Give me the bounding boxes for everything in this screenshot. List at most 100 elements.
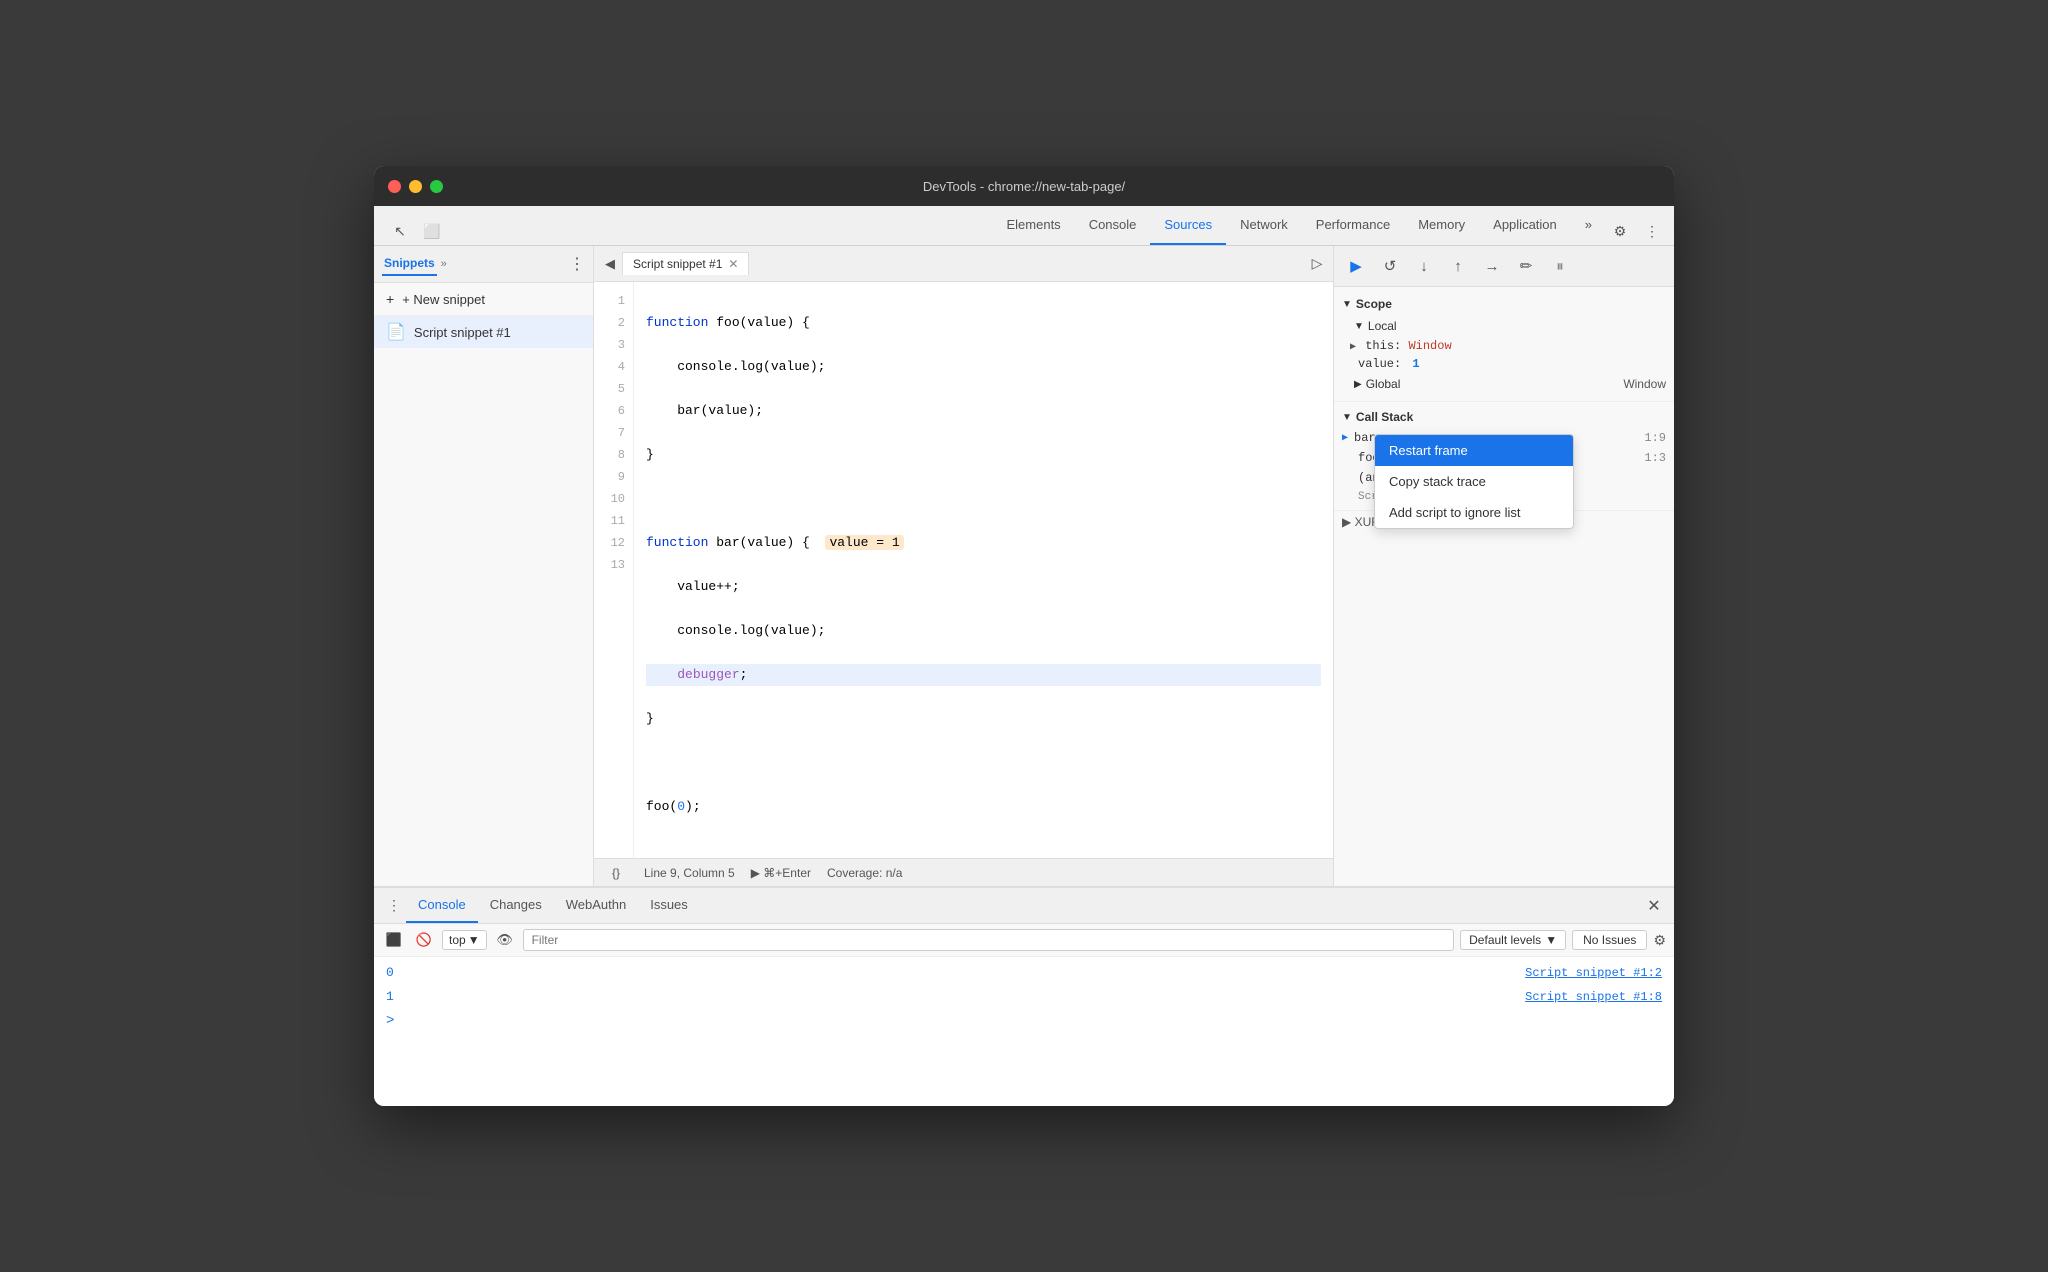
step-over-icon[interactable]: ↺ (1376, 252, 1404, 280)
default-levels-label: Default levels (1469, 933, 1541, 947)
tab-more[interactable]: » (1571, 206, 1606, 245)
pause-icon[interactable]: ⏸ (1546, 252, 1574, 280)
sidebar: Snippets » ⋮ + + New snippet 📄 Script sn… (374, 246, 594, 886)
no-issues-button[interactable]: No Issues (1572, 930, 1647, 950)
main-tabbar: ↖ ⬜ Elements Console Sources Network Per… (374, 206, 1674, 246)
bottom-tab-console[interactable]: Console (406, 888, 478, 923)
editor-tab-close-icon[interactable]: ✕ (728, 257, 738, 271)
tab-console[interactable]: Console (1075, 206, 1151, 245)
settings-icon[interactable]: ⚙ (1606, 217, 1634, 245)
tab-network[interactable]: Network (1226, 206, 1302, 245)
context-menu: Restart frame Copy stack trace Add scrip… (1374, 434, 1574, 529)
deactivate-icon[interactable]: ✏ (1512, 252, 1540, 280)
local-arrow-icon: ▼ (1354, 321, 1364, 332)
new-snippet-button[interactable]: + + New snippet (374, 283, 593, 316)
value-val: 1 (1412, 357, 1419, 371)
tab-memory[interactable]: Memory (1404, 206, 1479, 245)
console-filter-input[interactable] (523, 929, 1455, 951)
console-val-0: 0 (386, 963, 416, 983)
tab-elements[interactable]: Elements (992, 206, 1074, 245)
sidebar-more-icon[interactable]: » (441, 258, 447, 270)
top-selector[interactable]: top ▼ (442, 930, 487, 950)
code-line-8: console.log(value); (646, 620, 1321, 642)
more-icon[interactable]: ⋮ (1638, 217, 1666, 245)
top-label: top (449, 933, 466, 947)
scope-header[interactable]: ▼ Scope (1334, 293, 1674, 315)
coverage-status: Coverage: n/a (827, 866, 902, 880)
console-eye-icon[interactable]: 👁 (493, 928, 517, 952)
code-line-5 (646, 488, 1321, 510)
default-levels-selector[interactable]: Default levels ▼ (1460, 930, 1566, 950)
step-icon[interactable]: → (1478, 252, 1506, 280)
call-bar-line: 1:9 (1644, 431, 1666, 445)
scope-title: Scope (1356, 297, 1392, 311)
callstack-arrow-icon: ▼ (1342, 412, 1352, 423)
minimize-button[interactable] (409, 180, 422, 193)
bottom-tab-changes[interactable]: Changes (478, 888, 554, 923)
local-header[interactable]: ▼ Local (1334, 315, 1674, 337)
code-line-3: bar(value); (646, 400, 1321, 422)
bottom-tab-webauthn[interactable]: WebAuthn (554, 888, 638, 923)
format-icon[interactable]: {} (604, 861, 628, 885)
tab-sources[interactable]: Sources (1150, 206, 1226, 245)
maximize-button[interactable] (430, 180, 443, 193)
console-row-1: 1 Script snippet #1:8 (374, 985, 1674, 1009)
editor-area: ◀ Script snippet #1 ✕ ▷ 1234 5678 910111… (594, 246, 1334, 886)
snippet-item[interactable]: 📄 Script snippet #1 (374, 316, 593, 348)
tab-application[interactable]: Application (1479, 206, 1571, 245)
console-val-1: 1 (386, 987, 416, 1007)
console-filter-icon[interactable]: 🚫 (412, 928, 436, 952)
code-line-13 (646, 840, 1321, 858)
scope-value-item: value: 1 (1334, 355, 1674, 373)
editor-back-icon[interactable]: ◀ (598, 252, 622, 276)
bottom-tab-issues[interactable]: Issues (638, 888, 700, 923)
this-val: Window (1408, 339, 1451, 353)
console-source-0[interactable]: Script snippet #1:2 (1525, 963, 1662, 983)
cursor-icon[interactable]: ↖ (386, 217, 414, 245)
code-content[interactable]: function foo(value) { console.log(value)… (634, 282, 1333, 858)
sidebar-menu-icon[interactable]: ⋮ (569, 254, 585, 274)
console-prompt[interactable]: > (374, 1009, 1674, 1033)
tab-performance[interactable]: Performance (1302, 206, 1404, 245)
bottom-close-icon[interactable]: ✕ (1642, 894, 1666, 918)
code-line-11 (646, 752, 1321, 774)
close-button[interactable] (388, 180, 401, 193)
levels-dropdown-icon: ▼ (1545, 933, 1557, 947)
snippet-item-label: Script snippet #1 (414, 325, 511, 340)
editor-run-icon[interactable]: ▷ (1305, 252, 1329, 276)
run-status: ▶ ⌘+Enter (751, 866, 811, 880)
toolbar-right: ⚙ ⋮ (1606, 217, 1674, 245)
new-snippet-label: + New snippet (402, 292, 485, 307)
console-clear-icon[interactable]: ⬛ (382, 928, 406, 952)
console-settings-icon[interactable]: ⚙ (1653, 932, 1666, 949)
device-icon[interactable]: ⬜ (418, 217, 446, 245)
callstack-header[interactable]: ▼ Call Stack (1334, 406, 1674, 428)
step-into-icon[interactable]: ↓ (1410, 252, 1438, 280)
callstack-section: ▼ Call Stack ▶ bar 1:9 foo 1:3 (1334, 402, 1674, 511)
scope-this-item[interactable]: ▶ this: Window (1334, 337, 1674, 355)
code-editor[interactable]: 1234 5678 910111213 function foo(value) … (594, 282, 1333, 858)
code-line-2: console.log(value); (646, 356, 1321, 378)
global-arrow-icon: ▶ (1354, 379, 1362, 390)
this-label: this: (1365, 339, 1401, 353)
bottom-panel: ⋮ Console Changes WebAuthn Issues ✕ ⬛ 🚫 … (374, 886, 1674, 1106)
ctx-copy-stack-trace[interactable]: Copy stack trace (1375, 466, 1573, 497)
right-panel: ▶ ↺ ↓ ↑ → ✏ ⏸ ▼ Scope (1334, 246, 1674, 886)
call-arrow-icon: ▶ (1342, 432, 1348, 444)
editor-tab-snippet[interactable]: Script snippet #1 ✕ (622, 252, 749, 275)
global-header[interactable]: ▶ Global Window (1334, 373, 1674, 395)
console-row-0: 0 Script snippet #1:2 (374, 961, 1674, 985)
code-line-1: function foo(value) { (646, 312, 1321, 334)
resume-icon[interactable]: ▶ (1342, 252, 1370, 280)
ctx-add-to-ignore[interactable]: Add script to ignore list (1375, 497, 1573, 528)
this-expand-icon: ▶ (1350, 342, 1356, 353)
step-out-icon[interactable]: ↑ (1444, 252, 1472, 280)
window-title: DevTools - chrome://new-tab-page/ (923, 179, 1125, 194)
top-dropdown-icon: ▼ (468, 933, 480, 947)
global-val: Window (1623, 377, 1666, 391)
ctx-restart-frame[interactable]: Restart frame (1375, 435, 1573, 466)
console-toolbar: ⬛ 🚫 top ▼ 👁 Default levels ▼ No Issues ⚙ (374, 924, 1674, 957)
bottom-more-icon[interactable]: ⋮ (382, 894, 406, 918)
console-source-1[interactable]: Script snippet #1:8 (1525, 987, 1662, 1007)
snippets-tab[interactable]: Snippets (382, 252, 437, 276)
